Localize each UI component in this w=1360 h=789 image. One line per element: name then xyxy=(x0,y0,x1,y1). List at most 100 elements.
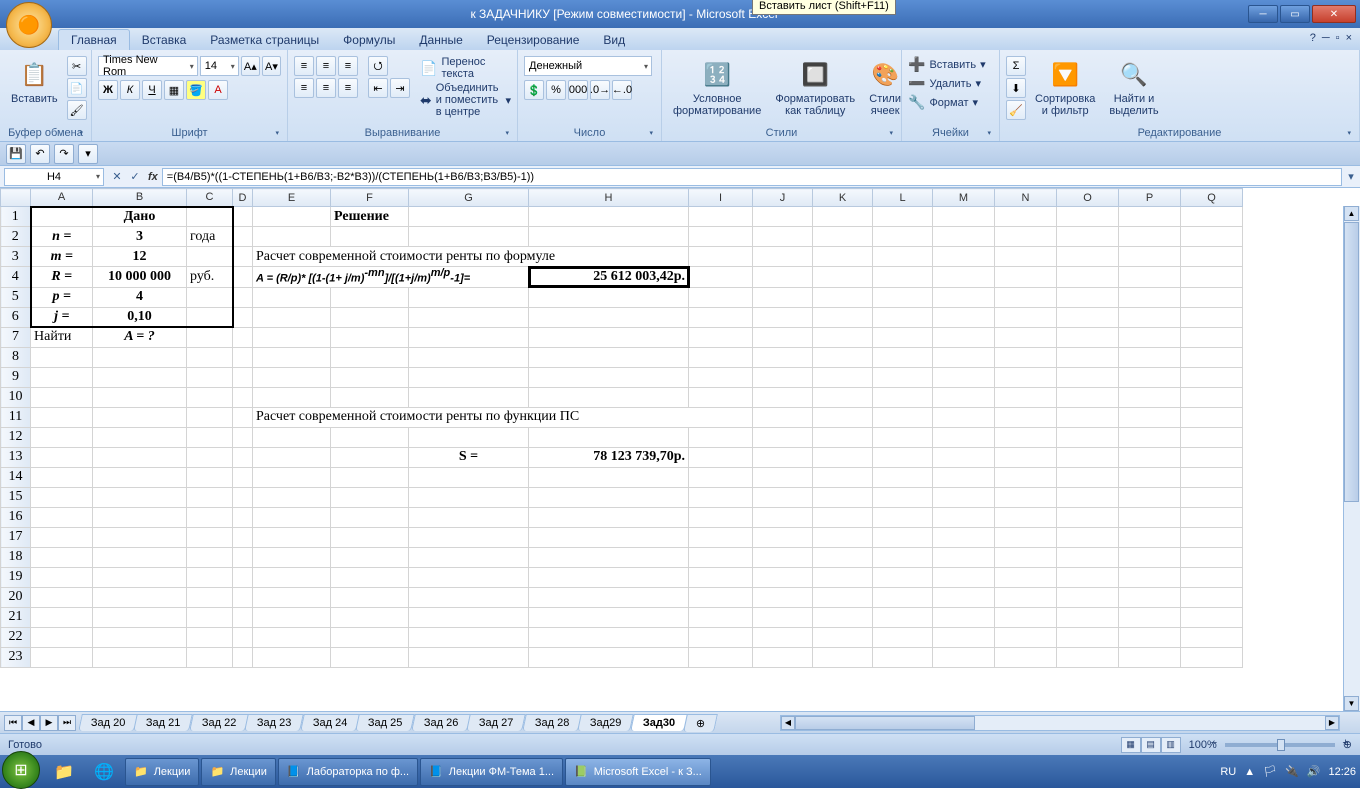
tray-lang[interactable]: RU xyxy=(1220,766,1236,778)
zoom-slider[interactable] xyxy=(1225,743,1335,747)
sheet-tab-Зад 28[interactable]: Зад 28 xyxy=(522,714,582,731)
copy-button[interactable]: 📄 xyxy=(67,78,87,98)
min-ribbon-icon[interactable]: ─ xyxy=(1322,32,1330,44)
autosum-button[interactable]: Σ xyxy=(1006,56,1026,76)
formula-input[interactable]: =(B4/B5)*((1-СТЕПЕНЬ(1+B6/B3;-B2*B3))/(С… xyxy=(162,168,1342,186)
scroll-down-icon[interactable]: ▼ xyxy=(1344,696,1359,711)
tray-arrow-icon[interactable]: ▲ xyxy=(1244,766,1255,778)
col-O[interactable]: O xyxy=(1057,189,1119,207)
col-J[interactable]: J xyxy=(753,189,813,207)
win-close-icon[interactable]: × xyxy=(1346,32,1352,44)
tray-volume-icon[interactable]: 🔊 xyxy=(1307,765,1321,778)
shrink-font-button[interactable]: A▾ xyxy=(262,56,281,76)
col-N[interactable]: N xyxy=(995,189,1057,207)
scroll-right-icon[interactable]: ▶ xyxy=(1325,716,1339,730)
underline-button[interactable]: Ч xyxy=(142,80,162,100)
cell-H13[interactable]: 78 123 739,70р. xyxy=(529,447,689,467)
cell-A2[interactable]: n = xyxy=(31,227,93,247)
task-item[interactable]: 📘Лабораторка по ф... xyxy=(278,758,418,786)
sort-filter-button[interactable]: 🔽Сортировка и фильтр xyxy=(1030,56,1100,120)
tab-insert[interactable]: Вставка xyxy=(130,30,199,50)
border-button[interactable]: ▦ xyxy=(164,80,184,100)
sheet-tab-Зад 20[interactable]: Зад 20 xyxy=(78,714,138,731)
task-item[interactable]: 📁Лекции xyxy=(125,758,199,786)
cell-A4[interactable]: R = xyxy=(31,267,93,288)
minimize-button[interactable]: ─ xyxy=(1248,5,1278,23)
vertical-scrollbar[interactable]: ▲ ▼ xyxy=(1343,206,1360,711)
maximize-button[interactable]: ▭ xyxy=(1280,5,1310,23)
col-K[interactable]: K xyxy=(813,189,873,207)
col-I[interactable]: I xyxy=(689,189,753,207)
pin-ie[interactable]: 🌐 xyxy=(84,758,124,786)
tray-clock[interactable]: 12:26 xyxy=(1328,766,1356,778)
expand-formula-icon[interactable]: ▾ xyxy=(1342,170,1360,183)
cell-C2[interactable]: года xyxy=(187,227,233,247)
horizontal-scrollbar[interactable]: ◀ ▶ xyxy=(780,715,1340,731)
grow-font-button[interactable]: A▴ xyxy=(241,56,260,76)
cell-G13[interactable]: S = xyxy=(409,447,529,467)
bold-button[interactable]: Ж xyxy=(98,80,118,100)
cond-format-button[interactable]: 🔢Условное форматирование xyxy=(668,56,766,120)
indent-dec-button[interactable]: ⇤ xyxy=(368,78,388,98)
cell-A3[interactable]: m = xyxy=(31,247,93,267)
view-normal-button[interactable]: ▦ xyxy=(1121,737,1141,753)
number-format-select[interactable]: Денежный xyxy=(524,56,652,76)
sheet-first-button[interactable]: ⏮ xyxy=(4,715,22,731)
col-C[interactable]: C xyxy=(187,189,233,207)
sheet-prev-button[interactable]: ◀ xyxy=(22,715,40,731)
cancel-formula-icon[interactable]: ✕ xyxy=(108,170,126,183)
percent-button[interactable]: % xyxy=(546,80,566,100)
sheet-tab-Зад 22[interactable]: Зад 22 xyxy=(189,714,249,731)
start-button[interactable]: ⊞ xyxy=(2,751,40,789)
cell-B6[interactable]: 0,10 xyxy=(93,307,187,327)
col-P[interactable]: P xyxy=(1119,189,1181,207)
col-H[interactable]: H xyxy=(529,189,689,207)
help-icon[interactable]: ? xyxy=(1310,32,1316,44)
cell-E4[interactable]: A = (R/p)* [(1-(1+ j/m)-mn]/[(1+j/m)m/p-… xyxy=(253,267,529,288)
cell-C4[interactable]: руб. xyxy=(187,267,233,288)
fx-icon[interactable]: fx xyxy=(144,171,162,183)
col-M[interactable]: M xyxy=(933,189,995,207)
cell-B4[interactable]: 10 000 000 xyxy=(93,267,187,288)
align-right-button[interactable]: ≡ xyxy=(338,78,358,98)
cell-B1[interactable]: Дано xyxy=(93,207,187,227)
task-item[interactable]: 📗Microsoft Excel - к З... xyxy=(565,758,711,786)
new-sheet-button[interactable]: ⊕ xyxy=(683,714,718,732)
hscroll-thumb[interactable] xyxy=(795,716,975,730)
col-G[interactable]: G xyxy=(409,189,529,207)
sheet-tab-Зад 26[interactable]: Зад 26 xyxy=(411,714,471,731)
align-mid-button[interactable]: ≡ xyxy=(316,56,336,76)
clear-button[interactable]: 🧹 xyxy=(1006,100,1026,120)
sheet-tab-Зад 23[interactable]: Зад 23 xyxy=(245,714,305,731)
tab-home[interactable]: Главная xyxy=(58,29,130,50)
tab-data[interactable]: Данные xyxy=(407,30,474,50)
col-A[interactable]: A xyxy=(31,189,93,207)
office-button[interactable]: 🟠 xyxy=(6,2,52,48)
col-B[interactable]: B xyxy=(93,189,187,207)
font-size-select[interactable]: 14 xyxy=(200,56,239,76)
win-restore-icon[interactable]: ▫ xyxy=(1336,32,1340,44)
paste-button[interactable]: 📋 Вставить xyxy=(6,56,63,108)
cell-E3[interactable]: Расчет современной стоимости ренты по фо… xyxy=(253,247,689,267)
insert-cells-button[interactable]: ➕Вставить ▾ xyxy=(908,56,986,73)
align-bot-button[interactable]: ≡ xyxy=(338,56,358,76)
tray-flag-icon[interactable]: 🏳 xyxy=(1263,765,1277,778)
font-name-select[interactable]: Times New Rom xyxy=(98,56,198,76)
cell-B2[interactable]: 3 xyxy=(93,227,187,247)
cell-E11[interactable]: Расчет современной стоимости ренты по фу… xyxy=(253,407,753,427)
align-top-button[interactable]: ≡ xyxy=(294,56,314,76)
sheet-tab-Зад30[interactable]: Зад30 xyxy=(630,714,688,731)
orientation-button[interactable]: ⭯ xyxy=(368,56,388,76)
task-item[interactable]: 📘Лекции ФМ-Тема 1... xyxy=(420,758,563,786)
delete-cells-button[interactable]: ➖Удалить ▾ xyxy=(908,75,986,92)
sheet-tab-Зад 21[interactable]: Зад 21 xyxy=(134,714,194,731)
close-button[interactable]: ✕ xyxy=(1312,5,1356,23)
col-D[interactable]: D xyxy=(233,189,253,207)
cell-B7[interactable]: A = ? xyxy=(93,327,187,347)
spreadsheet-grid[interactable]: A B C D E F G H I J K L M N O P Q 1ДаноР… xyxy=(0,188,1360,711)
wrap-text-button[interactable]: 📄Перенос текста xyxy=(420,56,511,80)
qat-more-button[interactable]: ▾ xyxy=(78,144,98,164)
indent-inc-button[interactable]: ⇥ xyxy=(390,78,410,98)
find-select-button[interactable]: 🔍Найти и выделить xyxy=(1104,56,1163,120)
cell-styles-button[interactable]: 🎨Стили ячеек xyxy=(864,56,906,120)
